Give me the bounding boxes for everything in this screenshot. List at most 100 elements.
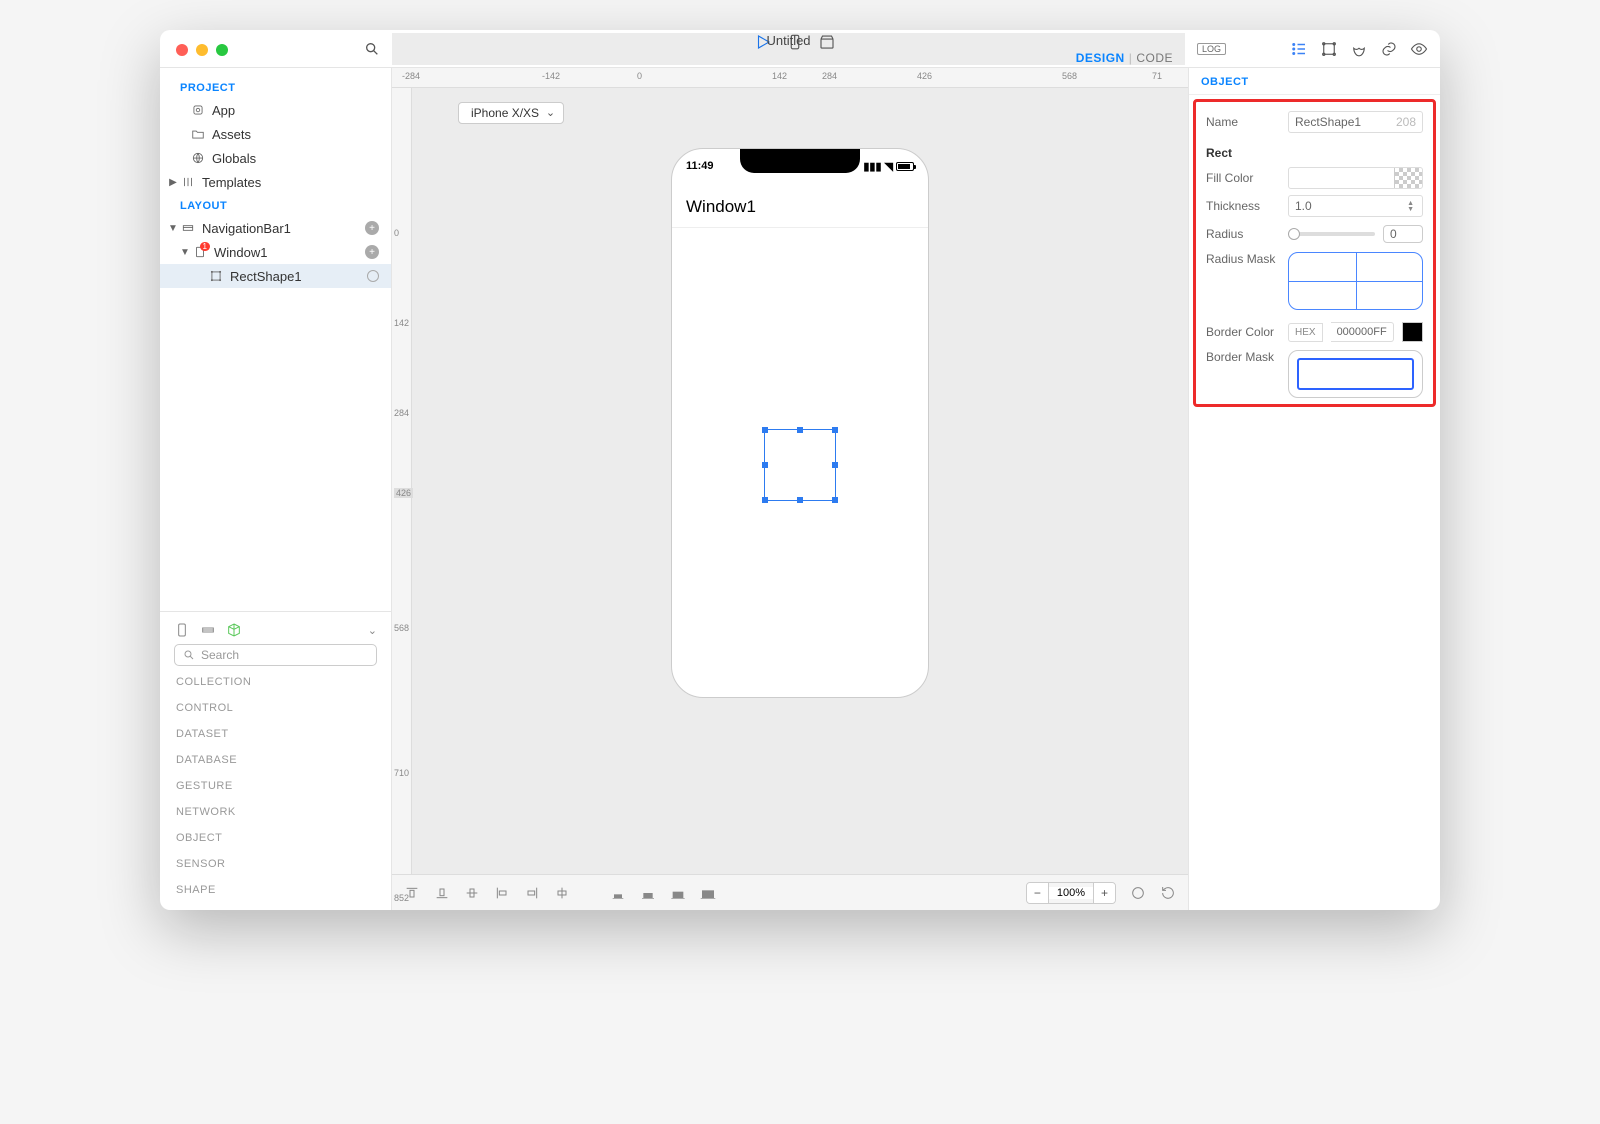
screen-small-icon[interactable] [610, 885, 626, 901]
radius-input[interactable]: 0 [1383, 225, 1423, 243]
resize-handle[interactable] [762, 427, 768, 433]
inspector-body: Name RectShape1 208 Rect Fill Color Thic… [1193, 99, 1436, 407]
layout-icon[interactable] [200, 622, 216, 638]
resize-handle[interactable] [762, 462, 768, 468]
selected-shape[interactable] [764, 429, 836, 501]
zoom-in-button[interactable]: + [1093, 883, 1115, 903]
screen-medium-icon[interactable] [640, 885, 656, 901]
close-button[interactable] [176, 44, 188, 56]
eye-icon[interactable] [1410, 40, 1428, 58]
radius-mask-control[interactable] [1288, 252, 1423, 310]
fill-color-label: Fill Color [1206, 171, 1280, 185]
slider-thumb[interactable] [1288, 228, 1300, 240]
window-title-label: Window1 [686, 197, 756, 217]
sidebar-item-globals[interactable]: Globals [160, 146, 391, 170]
stepper-icon[interactable]: ▲▼ [1407, 201, 1414, 212]
folder-icon [191, 127, 205, 141]
border-mask-control[interactable] [1288, 350, 1423, 398]
library-search-input[interactable]: Search [174, 644, 377, 666]
design-mode-tab[interactable]: DESIGN [1076, 51, 1125, 65]
name-label: Name [1206, 115, 1280, 129]
search-icon[interactable] [364, 41, 380, 57]
library-category[interactable]: SHAPE [174, 880, 377, 900]
cube-icon[interactable] [226, 622, 242, 638]
sidebar-item-app[interactable]: App [160, 98, 391, 122]
hex-input[interactable]: 000000FF [1331, 322, 1394, 342]
app-icon [191, 103, 205, 117]
zoom-control: − 100% + [1026, 882, 1116, 904]
device-selector[interactable]: iPhone X/XS [458, 102, 564, 124]
tree-item-navigationbar[interactable]: ▼ NavigationBar1 + [160, 216, 391, 240]
tulip-icon[interactable] [1350, 40, 1368, 58]
code-mode-tab[interactable]: CODE [1136, 51, 1173, 65]
list-icon[interactable] [1290, 40, 1308, 58]
resize-handle[interactable] [762, 497, 768, 503]
canvas-area[interactable]: iPhone X/XS 11:49 ▮▮▮ ◥ Window1 [412, 88, 1188, 874]
document-title: Untitled [766, 33, 810, 48]
align-left-icon[interactable] [494, 885, 510, 901]
library-category[interactable]: DATABASE [174, 750, 377, 770]
archive-icon[interactable] [818, 33, 836, 51]
minimize-button[interactable] [196, 44, 208, 56]
fit-icon[interactable] [1130, 885, 1146, 901]
sidebar-item-label: Templates [202, 175, 261, 190]
canvas-bottom-toolbar: − 100% + [392, 874, 1188, 910]
align-right-icon[interactable] [524, 885, 540, 901]
align-bottom-icon[interactable] [434, 885, 450, 901]
log-badge[interactable]: LOG [1197, 43, 1226, 55]
tree-item-label: RectShape1 [230, 269, 302, 284]
device-preview[interactable]: 11:49 ▮▮▮ ◥ Window1 [671, 148, 929, 698]
project-section-label: PROJECT [160, 76, 391, 98]
phone-icon[interactable] [174, 622, 190, 638]
library-category[interactable]: COLLECTION [174, 672, 377, 692]
library-category[interactable]: NETWORK [174, 802, 377, 822]
resize-handle[interactable] [797, 427, 803, 433]
align-center-v-icon[interactable] [464, 885, 480, 901]
resize-handle[interactable] [832, 497, 838, 503]
inspector-panel: OBJECT Name RectShape1 208 Rect Fill Col… [1188, 68, 1440, 910]
sidebar-item-label: Assets [212, 127, 251, 142]
add-button[interactable]: + [365, 245, 379, 259]
chevron-down-icon[interactable]: ⌄ [368, 624, 377, 637]
status-bar: 11:49 ▮▮▮ ◥ [672, 149, 928, 183]
library-category[interactable]: DATASET [174, 724, 377, 744]
mode-switcher: DESIGN|CODE [1076, 51, 1185, 65]
search-icon [183, 649, 195, 661]
inspector-tab-object[interactable]: OBJECT [1189, 68, 1440, 95]
link-icon[interactable] [1380, 40, 1398, 58]
thickness-label: Thickness [1206, 199, 1280, 213]
maximize-button[interactable] [216, 44, 228, 56]
add-button[interactable]: + [365, 221, 379, 235]
library-category[interactable]: OBJECT [174, 828, 377, 848]
sidebar-item-templates[interactable]: ▶ Templates [160, 170, 391, 194]
thickness-input[interactable]: 1.0 ▲▼ [1288, 195, 1423, 217]
screen-large-icon[interactable] [670, 885, 686, 901]
align-center-h-icon[interactable] [554, 885, 570, 901]
library-category[interactable]: GESTURE [174, 776, 377, 796]
rect-icon [209, 269, 223, 283]
radius-slider[interactable] [1288, 232, 1375, 236]
screen-xl-icon[interactable] [700, 885, 716, 901]
tree-item-window[interactable]: ▼ 1 Window1 + [160, 240, 391, 264]
name-input[interactable]: RectShape1 208 [1288, 111, 1423, 133]
navbar-icon [181, 221, 195, 235]
sidebar-item-label: Globals [212, 151, 256, 166]
fill-color-input[interactable] [1288, 167, 1423, 189]
zoom-value: 100% [1049, 887, 1093, 899]
color-swatch-icon[interactable] [1402, 322, 1423, 342]
border-mask-label: Border Mask [1206, 350, 1280, 364]
sidebar-item-assets[interactable]: Assets [160, 122, 391, 146]
library-category[interactable]: CONTROL [174, 698, 377, 718]
resize-handle[interactable] [797, 497, 803, 503]
canvas-panel: -284 -142 0 142 284 426 568 71 0 142 284… [392, 68, 1188, 910]
zoom-out-button[interactable]: − [1027, 883, 1049, 903]
tree-item-rectshape[interactable]: RectShape1 [160, 264, 391, 288]
resize-handle[interactable] [832, 462, 838, 468]
left-sidebar: PROJECT App Assets Globals ▶ [160, 68, 392, 910]
library-panel: ⌄ Search COLLECTION CONTROL DATASET DATA… [160, 611, 391, 910]
bounds-icon[interactable] [1320, 40, 1338, 58]
rotate-icon[interactable] [1160, 885, 1176, 901]
tree-item-label: NavigationBar1 [202, 221, 291, 236]
library-category[interactable]: SENSOR [174, 854, 377, 874]
resize-handle[interactable] [832, 427, 838, 433]
